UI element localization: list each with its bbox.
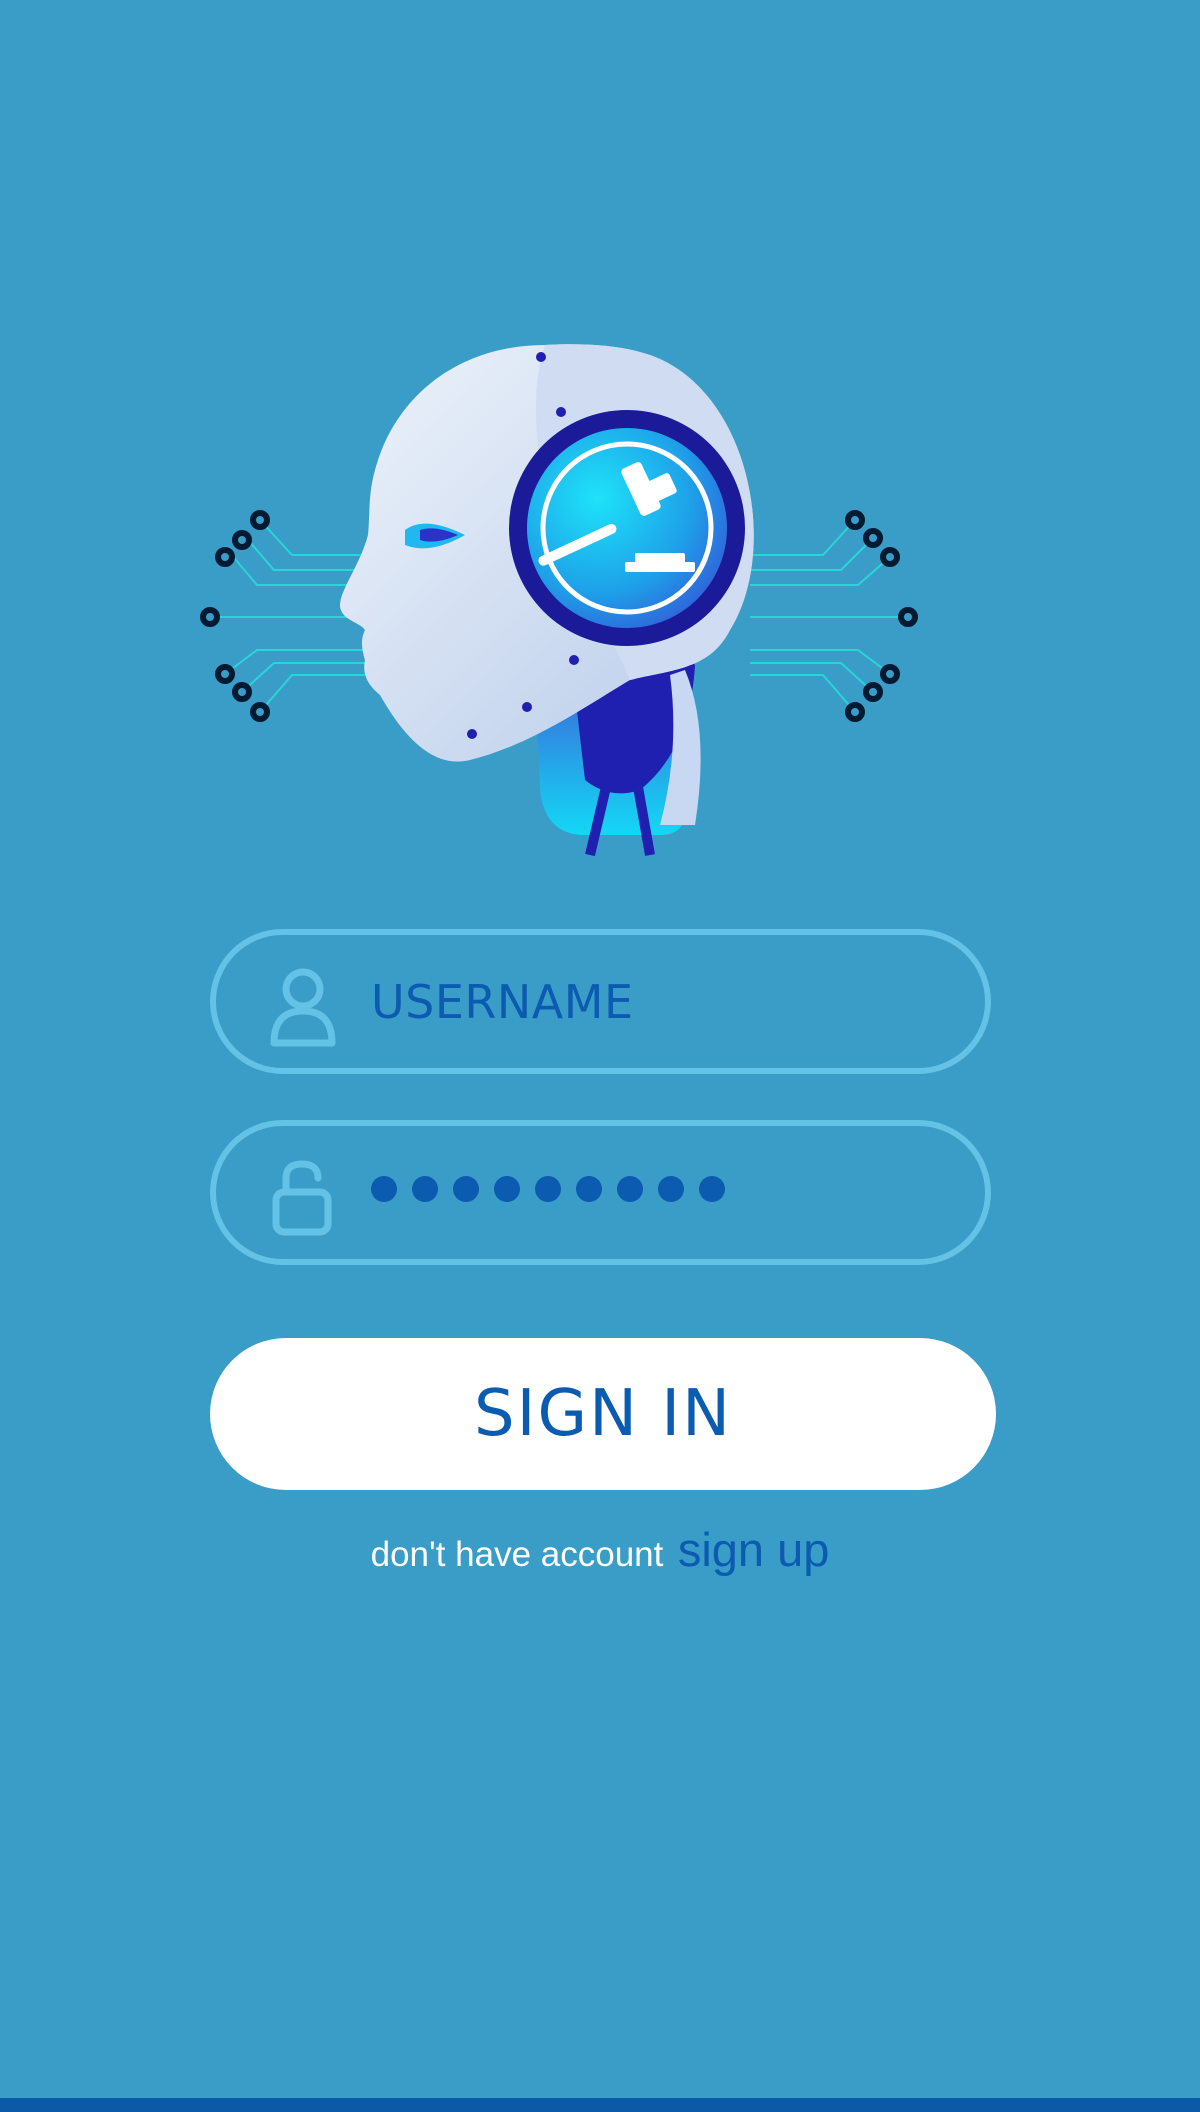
sign-up-link[interactable]: sign up	[678, 1523, 830, 1576]
password-dot	[371, 1176, 397, 1202]
username-field[interactable]	[210, 929, 991, 1074]
password-input[interactable]	[371, 1176, 725, 1202]
signup-prompt-text: don't have account	[370, 1535, 664, 1574]
password-dot	[453, 1176, 479, 1202]
password-dot	[494, 1176, 520, 1202]
password-dot	[617, 1176, 643, 1202]
sign-in-button[interactable]: SIGN IN	[210, 1338, 996, 1490]
username-input[interactable]	[371, 957, 931, 1047]
password-dot	[658, 1176, 684, 1202]
password-dot	[576, 1176, 602, 1202]
password-dot	[412, 1176, 438, 1202]
password-field[interactable]	[210, 1120, 991, 1265]
robot-head-with-gavel-icon	[200, 344, 918, 857]
signup-prompt-row: don't have account sign up	[0, 1522, 1200, 1577]
bottom-bar	[0, 2098, 1200, 2112]
password-dot	[699, 1176, 725, 1202]
user-icon	[268, 967, 338, 1047]
unlock-icon	[268, 1158, 338, 1236]
robot-head-illustration	[190, 330, 930, 870]
password-dot	[535, 1176, 561, 1202]
